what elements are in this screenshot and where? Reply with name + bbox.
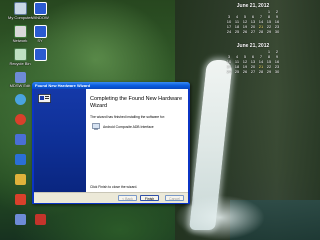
- word-document-icon: [33, 25, 47, 38]
- app-icon: [14, 154, 26, 165]
- app-icon: [34, 214, 46, 225]
- app-icon: [14, 114, 26, 125]
- calendar-day: 30: [274, 29, 280, 34]
- calendar-day: 29: [266, 69, 272, 74]
- calendar-day: 27: [250, 29, 256, 34]
- device-name: Android Composite ADB Interface: [103, 125, 154, 129]
- calendar-day: 27: [250, 69, 256, 74]
- back-button[interactable]: < Back: [118, 195, 137, 201]
- app-icon: [14, 194, 26, 205]
- wizard-side-banner: [34, 89, 86, 192]
- calendar-day: 28: [258, 69, 264, 74]
- wizard-button-bar: < Back Finish Cancel: [34, 192, 188, 203]
- desktop-icon-label: SY: [37, 38, 43, 43]
- calendar-grid: 12 3456789 10 11 12 13 14 15 16 17 18 19 20 21 22 23…: [225, 49, 281, 74]
- calendar-day: 25: [234, 69, 240, 74]
- desktop-icon-label: WINDOW: [31, 15, 49, 20]
- wizard-heading: Completing the Found New Hardware Wizard: [90, 96, 183, 109]
- calendar-widget: June 21, 2012 12 3456789 10 11 12 13 14 15 16 …: [225, 3, 281, 79]
- calendar-day: 30: [274, 69, 280, 74]
- desktop-icon-app-8[interactable]: [22, 214, 58, 225]
- calendar-day: 26: [242, 69, 248, 74]
- wizard-subtext: The wizard has finished installing the s…: [90, 115, 166, 119]
- word-document-icon: [33, 48, 47, 61]
- calendar-day: 24: [226, 29, 232, 34]
- desktop-icon-window[interactable]: WINDOW: [22, 2, 58, 20]
- calendar-month: June 21, 2012 12 3456789 10 11 12 13 14 15 16 …: [225, 3, 281, 34]
- found-new-hardware-wizard-window[interactable]: Found New Hardware Wizard Completing the…: [32, 82, 190, 204]
- window-title: Found New Hardware Wizard: [35, 83, 91, 88]
- wizard-finish-hint: Click Finish to close the wizard.: [90, 185, 138, 189]
- finish-button[interactable]: Finish: [140, 195, 159, 201]
- calendar-day: 25: [234, 29, 240, 34]
- desktop-icon-label: Recycle Bin: [9, 61, 31, 66]
- device-icon: [92, 123, 100, 130]
- app-icon: [14, 94, 26, 105]
- window-titlebar[interactable]: Found New Hardware Wizard: [32, 82, 190, 89]
- hardware-wizard-icon: [38, 94, 51, 103]
- calendar-month: June 21, 2012 12 3456789 10 11 12 13 14 15 16 …: [225, 43, 281, 74]
- cancel-button[interactable]: Cancel: [165, 195, 184, 201]
- calendar-grid: 12 3456789 10 11 12 13 14 15 16 17 18 19 20 21 22 23…: [225, 9, 281, 34]
- app-icon: [14, 134, 26, 145]
- app-icon: [14, 174, 26, 185]
- desktop-icon-sy[interactable]: SY: [22, 25, 58, 43]
- calendar-day: 24: [226, 69, 232, 74]
- desktop-icon-document[interactable]: [22, 48, 58, 61]
- wizard-client-area: Completing the Found New Hardware Wizard…: [34, 89, 188, 203]
- wizard-content: Completing the Found New Hardware Wizard…: [86, 89, 188, 192]
- calendar-day: 28: [258, 29, 264, 34]
- app-icon: [14, 72, 26, 83]
- word-document-icon: [33, 2, 47, 15]
- calendar-day: 29: [266, 29, 272, 34]
- calendar-day: 26: [242, 29, 248, 34]
